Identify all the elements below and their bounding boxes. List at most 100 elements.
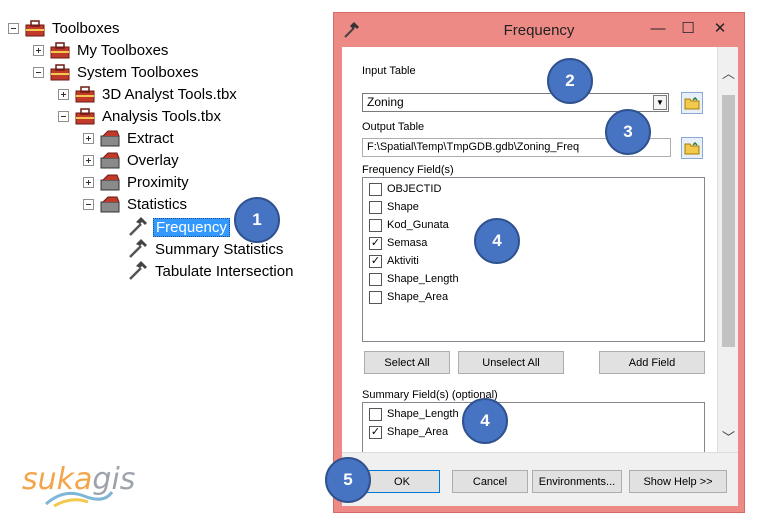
- frequency-fields-list: OBJECTID Shape Kod_Gunata ✓ Semasa ✓ Aktiv…: [362, 177, 705, 342]
- toolbox-tree: Toolboxes My Toolboxes System Toolboxes …: [0, 0, 330, 300]
- select-all-button[interactable]: Select All: [364, 351, 450, 374]
- tree-label: System Toolboxes: [77, 63, 199, 81]
- tree-node-system-toolboxes[interactable]: System Toolboxes: [33, 61, 200, 83]
- tree-label: Toolboxes: [52, 19, 120, 37]
- tree-node-tabulate-intersection[interactable]: Tabulate Intersection: [126, 260, 295, 282]
- tree-node-my-toolboxes[interactable]: My Toolboxes: [33, 39, 170, 61]
- hammer-icon: [129, 239, 147, 258]
- open-folder-icon: [684, 141, 700, 154]
- tree-node-toolboxes[interactable]: Toolboxes: [8, 17, 122, 39]
- list-item[interactable]: Shape: [369, 198, 419, 216]
- callout-badge-2: 2: [547, 58, 593, 104]
- parameters-panel: Input Table Zoning ▼ Output Table F:\Spa…: [342, 47, 718, 454]
- toolbox-icon: [75, 85, 95, 102]
- minimize-button[interactable]: —: [644, 15, 672, 41]
- tree-node-analysis-tools[interactable]: Analysis Tools.tbx: [58, 105, 223, 127]
- tree-label: Extract: [127, 129, 174, 147]
- browse-output-button[interactable]: [681, 137, 703, 159]
- tree-node-frequency[interactable]: Frequency: [126, 216, 230, 238]
- list-item[interactable]: ✓ Semasa: [369, 234, 427, 252]
- checkbox[interactable]: [369, 407, 382, 421]
- checkbox[interactable]: [369, 182, 382, 196]
- frequency-fields-label: Frequency Field(s): [362, 164, 454, 176]
- list-item[interactable]: Kod_Gunata: [369, 216, 449, 234]
- scroll-thumb[interactable]: [722, 95, 735, 347]
- tree-node-3d-analyst[interactable]: 3D Analyst Tools.tbx: [58, 83, 239, 105]
- callout-badge-4b: 4: [462, 398, 508, 444]
- field-name: Shape_Area: [387, 426, 449, 438]
- checkbox[interactable]: ✓: [369, 425, 382, 439]
- tree-label: My Toolboxes: [77, 41, 169, 59]
- add-field-button[interactable]: Add Field: [599, 351, 705, 374]
- list-item[interactable]: ✓ Shape_Area: [369, 423, 448, 441]
- scroll-down-icon[interactable]: ﹀: [721, 427, 736, 445]
- cancel-button[interactable]: Cancel: [452, 470, 528, 493]
- expand-toggle[interactable]: [83, 176, 94, 188]
- dialog-client: Input Table Zoning ▼ Output Table F:\Spa…: [342, 47, 738, 506]
- collapse-toggle[interactable]: [33, 66, 44, 78]
- output-table-label: Output Table: [362, 121, 425, 133]
- tree-label: Tabulate Intersection: [155, 262, 294, 280]
- checkbox[interactable]: [369, 272, 382, 286]
- tree-label: 3D Analyst Tools.tbx: [102, 85, 237, 103]
- callout-badge-5: 5: [325, 457, 371, 503]
- maximize-button[interactable]: ☐: [674, 15, 702, 41]
- callout-badge-4a: 4: [474, 218, 520, 264]
- hammer-icon: [129, 261, 147, 280]
- tree-node-proximity[interactable]: Proximity: [83, 171, 191, 193]
- dialog-button-bar: OK Cancel Environments... Show Help >>: [342, 452, 738, 506]
- summary-fields-list: Shape_Length ✓ Shape_Area: [362, 402, 705, 454]
- toolbox-icon: [25, 19, 45, 36]
- show-help-button[interactable]: Show Help >>: [629, 470, 727, 493]
- expand-toggle[interactable]: [33, 44, 44, 56]
- browse-input-button[interactable]: [681, 92, 703, 114]
- ok-button[interactable]: OK: [364, 470, 440, 493]
- list-item[interactable]: ✓ Aktiviti: [369, 252, 419, 270]
- vertical-scrollbar[interactable]: ︿ ﹀: [719, 47, 738, 452]
- hammer-icon: [129, 217, 147, 236]
- list-item[interactable]: OBJECTID: [369, 180, 441, 198]
- tree-label: Proximity: [127, 173, 189, 191]
- collapse-toggle[interactable]: [8, 22, 19, 34]
- unselect-all-button[interactable]: Unselect All: [458, 351, 564, 374]
- logo-text-part2: gis: [92, 462, 136, 497]
- input-table-value: Zoning: [367, 95, 404, 109]
- close-button[interactable]: ✕: [706, 15, 734, 41]
- tree-label: Analysis Tools.tbx: [102, 107, 221, 125]
- checkbox[interactable]: ✓: [369, 236, 382, 250]
- checkbox[interactable]: [369, 218, 382, 232]
- checkbox[interactable]: ✓: [369, 254, 382, 268]
- checkbox[interactable]: [369, 290, 382, 304]
- tree-node-extract[interactable]: Extract: [83, 127, 176, 149]
- tree-node-overlay[interactable]: Overlay: [83, 149, 181, 171]
- logo-text: sukagis: [22, 462, 135, 497]
- expand-toggle[interactable]: [58, 88, 69, 100]
- toolset-icon: [100, 130, 120, 146]
- expand-toggle[interactable]: [83, 154, 94, 166]
- tree-node-statistics[interactable]: Statistics: [83, 193, 189, 215]
- list-item[interactable]: Shape_Length: [369, 270, 459, 288]
- toolbox-icon: [50, 41, 70, 58]
- toolbox-icon: [75, 107, 95, 124]
- frequency-dialog: Frequency — ☐ ✕ Input Table Zoning ▼ Out…: [333, 12, 745, 513]
- tree-label: Frequency: [153, 217, 230, 237]
- list-item[interactable]: Shape_Area: [369, 288, 448, 306]
- field-name: OBJECTID: [387, 183, 442, 195]
- collapse-toggle[interactable]: [58, 110, 69, 122]
- logo-text-part1: suka: [22, 462, 93, 497]
- tree-label: Overlay: [127, 151, 179, 169]
- callout-badge-3: 3: [605, 109, 651, 155]
- title-bar[interactable]: Frequency — ☐ ✕: [334, 13, 744, 47]
- field-name: Shape_Length: [387, 408, 459, 420]
- sukagis-logo: sukagis: [22, 458, 152, 508]
- field-name: Shape_Length: [387, 273, 459, 285]
- toolset-icon: [100, 152, 120, 168]
- toolset-icon: [100, 196, 120, 212]
- dropdown-arrow-icon[interactable]: ▼: [653, 95, 667, 110]
- scroll-up-icon[interactable]: ︿: [721, 63, 736, 81]
- collapse-toggle[interactable]: [83, 198, 94, 210]
- list-item[interactable]: Shape_Length: [369, 405, 459, 423]
- checkbox[interactable]: [369, 200, 382, 214]
- expand-toggle[interactable]: [83, 132, 94, 144]
- environments-button[interactable]: Environments...: [532, 470, 622, 493]
